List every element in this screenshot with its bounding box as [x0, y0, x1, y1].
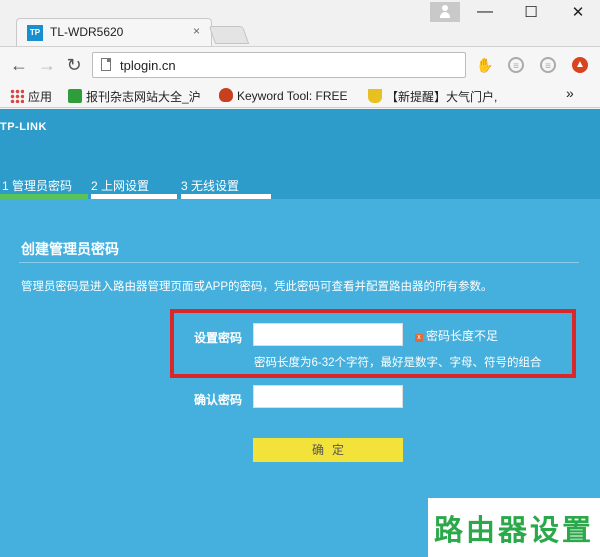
bookmark-flame-icon — [219, 88, 233, 102]
set-password-label: 设置密码 — [194, 331, 243, 345]
confirm-password-label: 确认密码 — [194, 393, 243, 407]
browser-titlebar: TP TL-WDR5620 × — ☐ ✕ — [0, 0, 600, 46]
section-divider — [19, 262, 579, 263]
bookmark-green-icon — [68, 89, 82, 103]
address-url[interactable]: tplogin.cn — [120, 58, 176, 73]
step-progress-active — [0, 194, 88, 199]
bookmark-trophy-icon — [368, 89, 382, 103]
error-x-icon: x — [415, 334, 423, 342]
set-password-input[interactable] — [253, 323, 403, 346]
extension-upload-icon[interactable]: ▲ — [572, 57, 588, 73]
tab-title: TL-WDR5620 — [50, 25, 124, 39]
bookmarks-more-button[interactable]: » — [566, 85, 574, 101]
section-description: 管理员密码是进入路由器管理页面或APP的密码，凭此密码可查看并配置路由器的所有参… — [21, 281, 493, 293]
section-title: 创建管理员密码 — [21, 241, 119, 257]
router-header: TP-LINK 1 管理员密码 2 上网设置 3 无线设置 — [0, 109, 600, 199]
confirm-password-input[interactable] — [253, 385, 403, 408]
bookmark-portal[interactable]: 【新提醒】大气门户, — [368, 88, 497, 105]
reload-button[interactable]: ↻ — [64, 55, 84, 75]
minimize-button[interactable]: — — [470, 3, 500, 21]
bookmark-apps[interactable]: 应用 — [10, 88, 52, 105]
confirm-button[interactable]: 确定 — [253, 438, 403, 462]
browser-tab[interactable]: TP TL-WDR5620 × — [16, 18, 212, 46]
new-tab-button[interactable] — [208, 26, 250, 44]
browser-toolbar: ← → ↻ tplogin.cn ✋ ≡ ≡ ▲ — [0, 46, 600, 84]
tp-link-logo: TP-LINK — [0, 121, 47, 133]
maximize-button[interactable]: ☐ — [516, 3, 546, 21]
tab-close-icon[interactable]: × — [193, 24, 200, 38]
address-bar[interactable]: tplogin.cn — [92, 52, 466, 78]
back-button[interactable]: ← — [9, 55, 29, 75]
step-progress-3 — [181, 194, 271, 199]
password-error: x 密码长度不足 — [415, 327, 498, 344]
user-profile-button[interactable] — [430, 2, 460, 22]
extension-hand-icon[interactable]: ✋ — [476, 57, 493, 73]
close-window-button[interactable]: ✕ — [563, 3, 593, 21]
forward-button[interactable]: → — [37, 55, 57, 75]
step-admin-password[interactable]: 1 管理员密码 — [2, 177, 72, 194]
tp-link-favicon-icon: TP — [27, 25, 43, 41]
step-internet-settings[interactable]: 2 上网设置 — [91, 177, 149, 194]
page-icon — [101, 58, 111, 71]
apps-grid-icon — [10, 89, 24, 103]
step-wireless-settings[interactable]: 3 无线设置 — [181, 177, 239, 194]
bookmark-keyword-tool[interactable]: Keyword Tool: FREE — [219, 88, 348, 103]
bookmarks-bar: 应用 报刊杂志网站大全_沪 Keyword Tool: FREE 【新提醒】大气… — [0, 84, 600, 108]
password-hint: 密码长度为6-32个字符，最好是数字、字母、符号的组合 — [254, 357, 542, 369]
step-progress-2 — [91, 194, 177, 199]
router-setup-page: TP-LINK 1 管理员密码 2 上网设置 3 无线设置 创建管理员密码 管理… — [0, 109, 600, 557]
person-icon — [440, 5, 450, 19]
bookmark-newspapers[interactable]: 报刊杂志网站大全_沪 — [68, 88, 201, 105]
extension-round-icon-2[interactable]: ≡ — [540, 57, 556, 73]
watermark-text: 路由器设置 — [434, 513, 595, 547]
extension-round-icon[interactable]: ≡ — [508, 57, 524, 73]
